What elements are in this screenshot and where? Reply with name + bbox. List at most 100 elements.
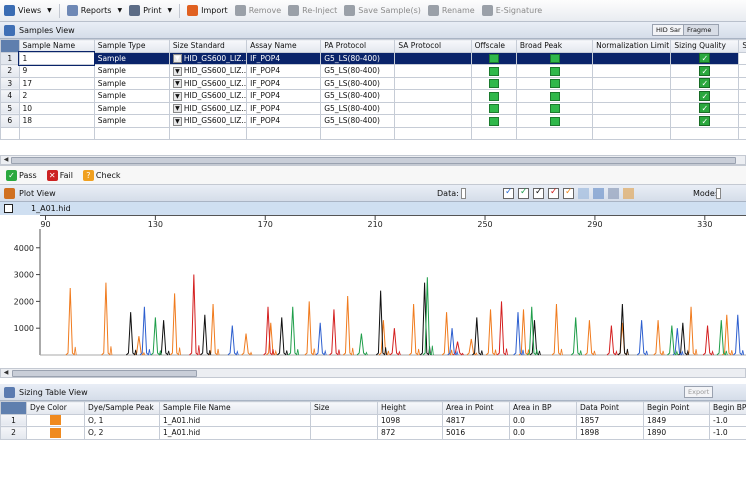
table-row[interactable]: 6 18 Sample ▼ HID_GS600_LIZ... IF_POP4 G5_LS(8… xyxy=(0,114,746,128)
chevron-down-icon[interactable]: ▼ xyxy=(172,116,182,126)
views-button[interactable]: Views ▼ xyxy=(4,5,52,16)
re-inject-button[interactable]: Re-Inject xyxy=(288,5,337,16)
size-standard-cell[interactable]: ▼ HID_GS600_LIZ... xyxy=(168,101,248,115)
chevron-down-icon[interactable]: ▼ xyxy=(172,54,182,63)
sa-protocol-cell[interactable] xyxy=(394,89,472,103)
column-header[interactable]: PA Protocol xyxy=(320,39,396,53)
scroll-left-icon[interactable]: ◀ xyxy=(1,156,11,165)
sample-checkbox[interactable] xyxy=(4,204,13,213)
fragment-button[interactable]: Fragme xyxy=(683,24,719,36)
assay-name-cell[interactable]: IF_POP4 xyxy=(246,76,322,90)
table-row[interactable]: 5 10 Sample ▼ HID_GS600_LIZ... IF_POP4 G5_LS(8… xyxy=(0,101,746,115)
size-standard-cell[interactable]: ▼ HID_GS600_LIZ... xyxy=(168,64,248,78)
table-row[interactable]: 2 O, 2 1_A01.hid 872 5016 0.0 1898 1890 -1.0 xyxy=(0,426,746,440)
sample-type-cell[interactable]: Sample xyxy=(93,64,170,78)
plot-scroll-left-icon[interactable]: ◀ xyxy=(1,369,11,378)
assay-name-cell[interactable]: IF_POP4 xyxy=(246,89,322,103)
column-header[interactable]: Area in Point xyxy=(442,401,510,415)
column-header[interactable]: SA Protocol xyxy=(394,39,472,53)
sa-protocol-cell[interactable] xyxy=(394,64,472,78)
size-standard-cell[interactable]: ▼ HID_GS600_LIZ... xyxy=(168,114,248,128)
plot-tool-icon[interactable] xyxy=(593,188,604,199)
dye-toggle-checkbox[interactable]: ✓ xyxy=(548,187,559,199)
mode-selector[interactable] xyxy=(716,188,721,199)
pa-protocol-cell[interactable]: G5_LS(80-400) xyxy=(320,64,396,78)
sample-type-cell[interactable]: Sample xyxy=(93,76,170,90)
sa-protocol-cell[interactable] xyxy=(394,114,472,128)
save-sample-s-button[interactable]: Save Sample(s) xyxy=(344,5,421,16)
column-header[interactable]: Data Point xyxy=(576,401,644,415)
sa-protocol-cell[interactable] xyxy=(394,51,472,65)
column-header[interactable]: Size Standard xyxy=(168,39,248,53)
dye-toggle-checkbox[interactable]: ✓ xyxy=(533,187,544,199)
sample-name-cell[interactable]: 18 xyxy=(18,114,95,128)
export-button[interactable]: Export xyxy=(684,386,714,398)
dye-toggle-checkbox[interactable]: ✓ xyxy=(563,187,574,199)
sa-protocol-cell[interactable] xyxy=(394,101,472,115)
chevron-down-icon[interactable]: ▼ xyxy=(47,7,52,14)
rename-button[interactable]: Rename xyxy=(427,5,475,16)
size-standard-cell[interactable]: ▼ HID_GS600_LIZ... xyxy=(168,89,248,103)
plot-hscrollbar[interactable]: ◀ xyxy=(0,368,746,378)
sample-type-cell[interactable]: Sample xyxy=(93,51,170,65)
e-signature-button[interactable]: E-Signature xyxy=(481,5,542,16)
column-header[interactable]: Begin Point xyxy=(643,401,710,415)
reports-button[interactable]: Reports ▼ xyxy=(66,5,122,16)
scroll-thumb[interactable] xyxy=(11,156,736,164)
column-header[interactable]: Sizing Quality xyxy=(670,39,740,53)
table-row[interactable]: 3 17 Sample ▼ HID_GS600_LIZ... IF_POP4 G5_LS(8… xyxy=(0,76,746,90)
sample-name-cell[interactable]: 9 xyxy=(18,64,95,78)
assay-name-cell[interactable]: IF_POP4 xyxy=(246,114,322,128)
pa-protocol-cell[interactable]: G5_LS(80-400) xyxy=(320,101,396,115)
print-button[interactable]: Print ▼ xyxy=(129,5,172,16)
dye-toggle-checkbox[interactable]: ✓ xyxy=(503,187,514,199)
chevron-down-icon[interactable]: ▼ xyxy=(172,79,182,88)
column-header[interactable]: Dye/Sample Peak xyxy=(84,401,160,415)
table-row[interactable]: 1 O, 1 1_A01.hid 1098 4817 0.0 1857 1849 -1.0 xyxy=(0,413,746,427)
plot-tool-icon[interactable] xyxy=(578,188,589,199)
sample-name-cell[interactable]: 17 xyxy=(18,76,95,90)
dye-toggle-checkbox[interactable]: ✓ xyxy=(518,187,529,199)
size-standard-cell[interactable]: ▼ HID_GS600_LIZ... xyxy=(168,51,248,65)
sample-name-cell[interactable]: 10 xyxy=(18,101,95,115)
table-row[interactable]: 4 2 Sample ▼ HID_GS600_LIZ... IF_POP4 G5_LS(80… xyxy=(0,89,746,103)
sample-type-cell[interactable]: Sample xyxy=(93,89,170,103)
plot-tool-icon[interactable] xyxy=(623,188,634,199)
remove-button[interactable]: Remove xyxy=(234,5,281,16)
column-header[interactable]: Offscale xyxy=(470,39,517,53)
sample-type-cell[interactable]: Sample xyxy=(93,101,170,115)
column-header[interactable]: Height xyxy=(377,401,443,415)
column-header[interactable]: Sam xyxy=(738,39,746,53)
assay-name-cell[interactable]: IF_POP4 xyxy=(246,64,322,78)
column-header[interactable]: Sample Type xyxy=(93,39,170,53)
samples-hscrollbar[interactable]: ◀ xyxy=(0,155,746,165)
plot-scroll-thumb[interactable] xyxy=(12,369,197,377)
sample-name-cell[interactable]: 2 xyxy=(18,89,95,103)
sa-protocol-cell[interactable] xyxy=(394,76,472,90)
assay-name-cell[interactable]: IF_POP4 xyxy=(246,101,322,115)
pa-protocol-cell[interactable]: G5_LS(80-400) xyxy=(320,76,396,90)
column-header[interactable]: Begin BP xyxy=(709,401,746,415)
column-header[interactable]: Normalization Limit xyxy=(592,39,672,53)
import-button[interactable]: Import xyxy=(187,5,228,16)
chevron-down-icon[interactable]: ▼ xyxy=(172,104,182,113)
electropherogram-plot[interactable]: 90 130 170 210 250 290 330 1000 2000 3000 4000 xyxy=(0,215,746,368)
column-header[interactable]: Area in BP xyxy=(509,401,577,415)
table-row[interactable]: 1 1 Sample ▼ HID_GS600_LIZ... IF_POP4 G5_LS(80… xyxy=(0,51,746,66)
column-header[interactable]: Broad Peak xyxy=(515,39,594,53)
hid-samples-button[interactable]: HID Sar xyxy=(652,24,685,36)
size-standard-cell[interactable]: ▼ HID_GS600_LIZ... xyxy=(168,76,248,90)
column-header[interactable]: Assay Name xyxy=(246,39,322,53)
plot-tool-icon[interactable] xyxy=(608,188,619,199)
chevron-down-icon[interactable]: ▼ xyxy=(172,91,182,101)
column-header[interactable]: Dye Color xyxy=(26,401,85,415)
column-header[interactable]: Sample Name xyxy=(18,39,95,53)
pa-protocol-cell[interactable]: G5_LS(80-400) xyxy=(320,89,396,103)
sample-name-cell[interactable]: 1 xyxy=(18,51,96,66)
chevron-down-icon[interactable]: ▼ xyxy=(172,66,182,76)
chevron-down-icon[interactable]: ▼ xyxy=(168,7,173,14)
pa-protocol-cell[interactable]: G5_LS(80-400) xyxy=(320,51,396,65)
chevron-down-icon[interactable]: ▼ xyxy=(117,7,122,14)
assay-name-cell[interactable]: IF_POP4 xyxy=(246,51,322,65)
column-header[interactable]: Size xyxy=(310,401,378,415)
